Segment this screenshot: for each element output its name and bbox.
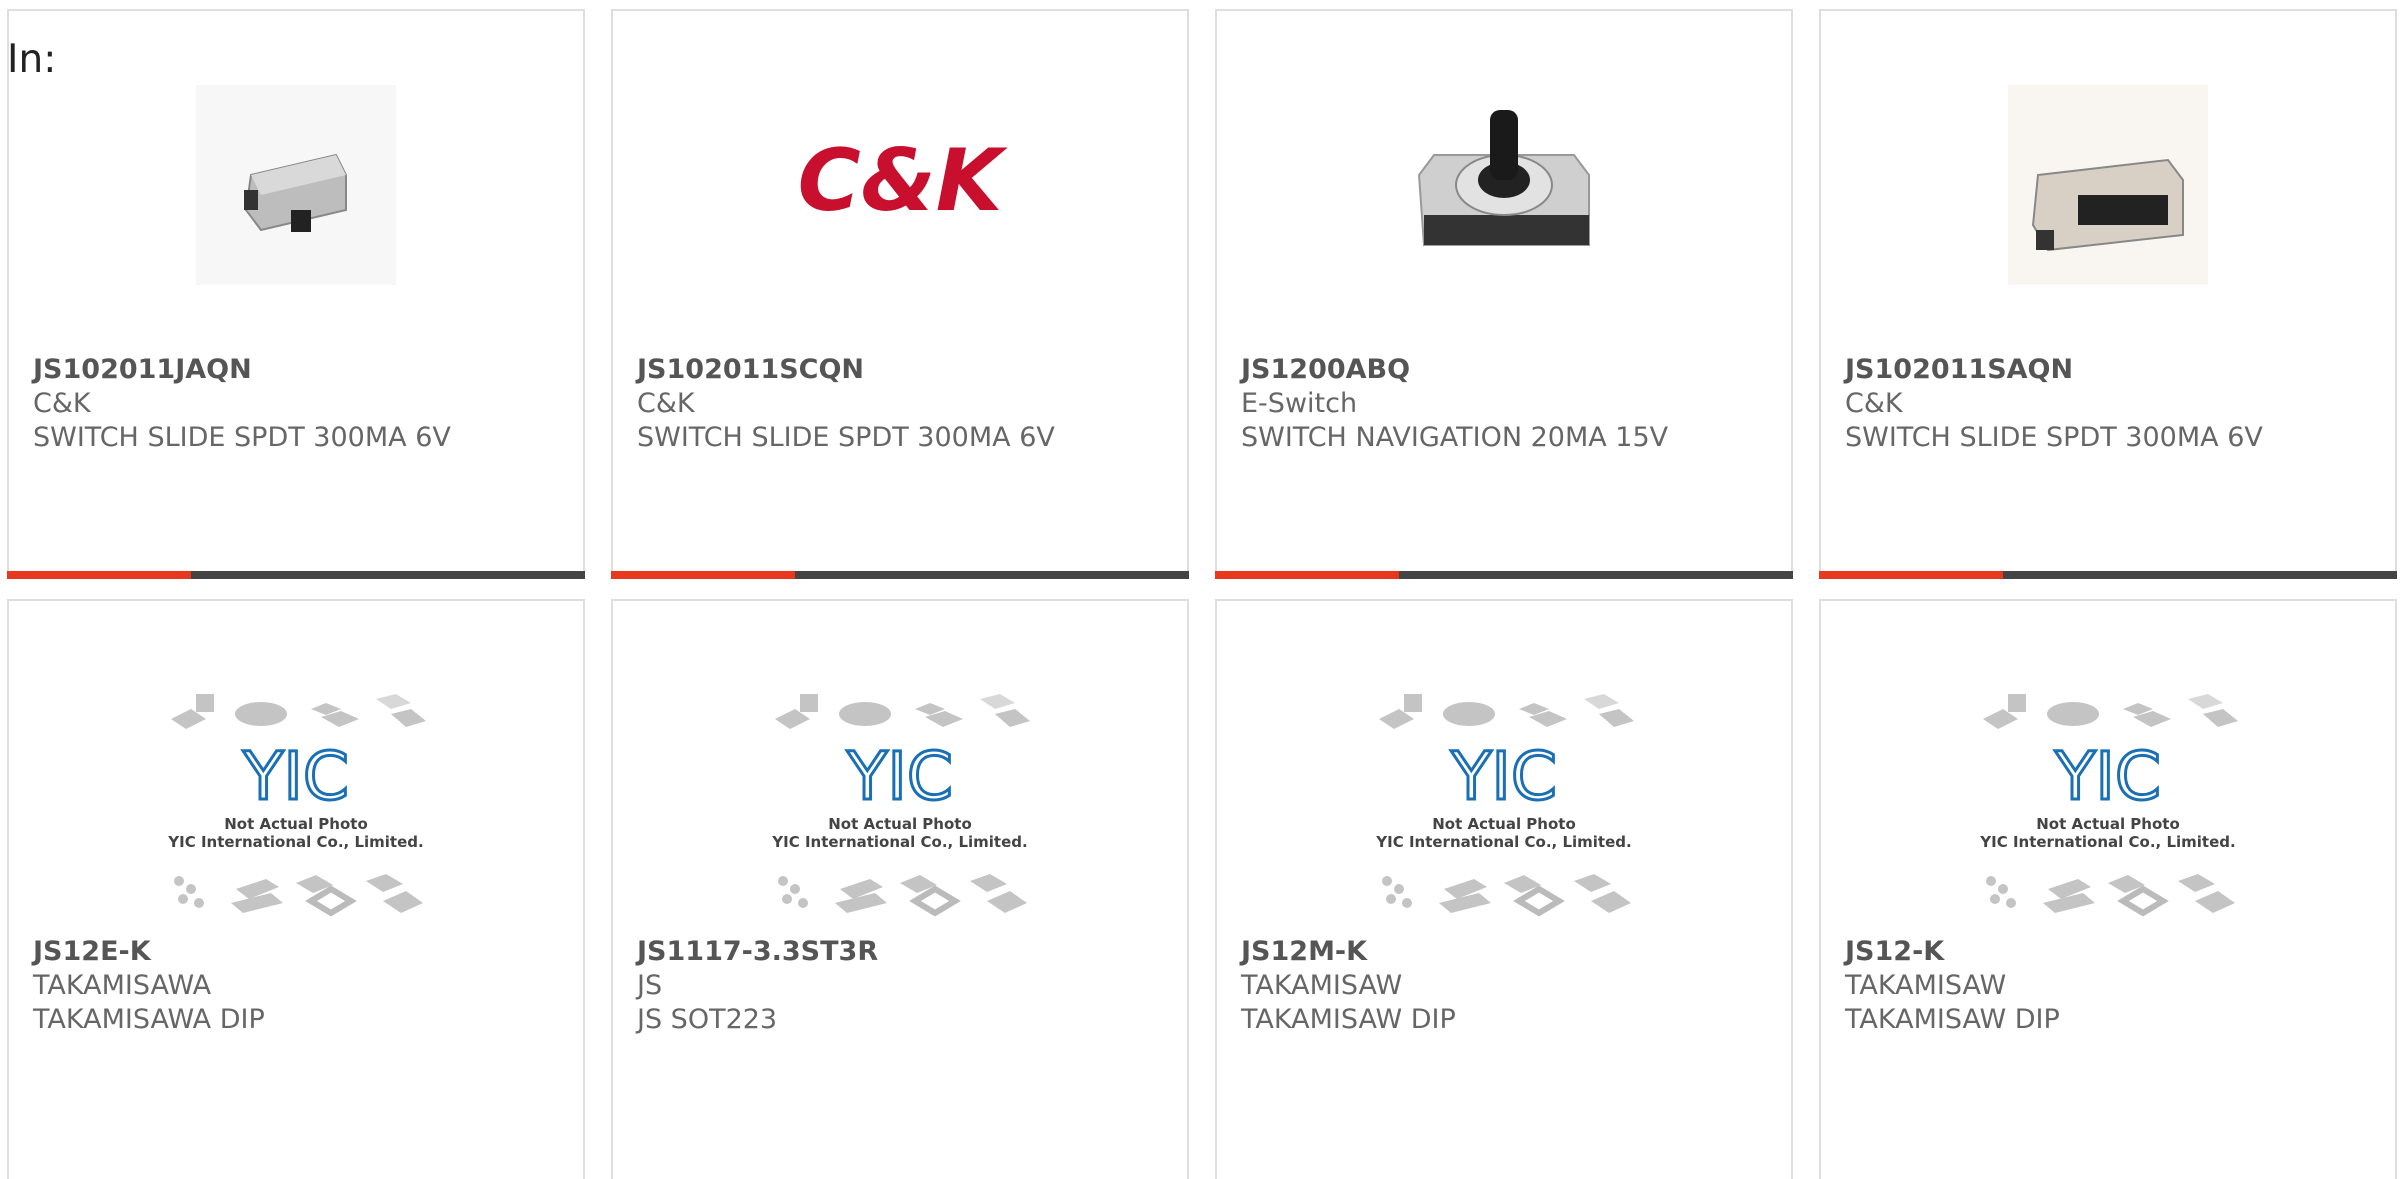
part-number-link[interactable]: JS12E-K (33, 935, 573, 969)
description: JS SOT223 (637, 1004, 778, 1035)
slide-switch-image (2008, 85, 2208, 285)
product-card[interactable]: C&K JS102011SCQN C&K SWITCH SLIDE SPDT 3… (611, 9, 1189, 579)
description: TAKAMISAWA DIP (33, 1004, 265, 1035)
product-card[interactable]: YIC Not Actual Photo YIC International C… (1819, 599, 2397, 1179)
not-actual-photo-placeholder: YIC Not Actual Photo YIC International C… (1375, 694, 1634, 917)
description: SWITCH NAVIGATION 20MA 15V (1241, 422, 1669, 453)
part-number-link[interactable]: JS102011JAQN (33, 353, 573, 387)
part-number-link[interactable]: JS1200ABQ (1241, 353, 1781, 387)
description: SWITCH SLIDE SPDT 300MA 6V (1845, 422, 2263, 453)
description: TAKAMISAW DIP (1241, 1004, 1456, 1035)
product-card[interactable]: YIC Not Actual Photo YIC International C… (611, 599, 1189, 1179)
placeholder-line1: Not Actual Photo (2036, 815, 2180, 833)
part-number-link[interactable]: JS12-K (1845, 935, 2385, 969)
part-number-link[interactable]: JS1117-3.3ST3R (637, 935, 1177, 969)
manufacturer: C&K (1845, 388, 1903, 419)
page-label: In: (7, 37, 57, 82)
placeholder-line2: YIC International Co., Limited. (771, 833, 1027, 851)
card-bottom-bar (1215, 571, 1793, 579)
product-image[interactable] (9, 85, 583, 291)
product-image[interactable]: YIC Not Actual Photo YIC International C… (9, 689, 583, 929)
svg-text:C&K: C&K (798, 131, 1008, 231)
manufacturer: E-Switch (1241, 388, 1358, 419)
placeholder-line2: YIC International Co., Limited. (167, 833, 423, 851)
product-image[interactable]: C&K (613, 85, 1187, 291)
description: SWITCH SLIDE SPDT 300MA 6V (637, 422, 1055, 453)
product-image[interactable]: YIC Not Actual Photo YIC International C… (1821, 689, 2395, 929)
placeholder-line2: YIC International Co., Limited. (1979, 833, 2235, 851)
manufacturer: C&K (637, 388, 695, 419)
placeholder-line2: YIC International Co., Limited. (1375, 833, 1631, 851)
product-card[interactable]: JS1200ABQ E-Switch SWITCH NAVIGATION 20M… (1215, 9, 1793, 579)
manufacturer: TAKAMISAWA (33, 970, 212, 1001)
manufacturer: C&K (33, 388, 91, 419)
slide-switch-image (196, 85, 396, 285)
part-number-link[interactable]: JS12M-K (1241, 935, 1781, 969)
yic-logo-icon: YIC (242, 738, 349, 815)
placeholder-line1: Not Actual Photo (828, 815, 972, 833)
yic-logo-icon: YIC (2054, 738, 2161, 815)
yic-logo-icon: YIC (1450, 738, 1557, 815)
card-bottom-bar (611, 571, 1189, 579)
description: SWITCH SLIDE SPDT 300MA 6V (33, 422, 451, 453)
product-image[interactable]: YIC Not Actual Photo YIC International C… (613, 689, 1187, 929)
product-image[interactable]: YIC Not Actual Photo YIC International C… (1217, 689, 1791, 929)
placeholder-line1: Not Actual Photo (224, 815, 368, 833)
manufacturer: JS (637, 970, 663, 1001)
card-bottom-bar (1819, 571, 2397, 579)
not-actual-photo-placeholder: YIC Not Actual Photo YIC International C… (1979, 694, 2238, 917)
navigation-switch-image (1417, 110, 1590, 246)
card-bottom-bar (7, 571, 585, 579)
placeholder-line1: Not Actual Photo (1432, 815, 1576, 833)
product-image[interactable] (1217, 85, 1791, 291)
product-card[interactable]: JS102011SAQN C&K SWITCH SLIDE SPDT 300MA… (1819, 9, 2397, 579)
manufacturer: TAKAMISAW (1845, 970, 2007, 1001)
ck-logo-icon: C&K (798, 131, 1008, 231)
product-image[interactable] (1821, 85, 2395, 291)
description: TAKAMISAW DIP (1845, 1004, 2060, 1035)
manufacturer: TAKAMISAW (1241, 970, 1403, 1001)
part-number-link[interactable]: JS102011SAQN (1845, 353, 2385, 387)
yic-logo-icon: YIC (846, 738, 953, 815)
product-card[interactable]: YIC Not Actual Photo YIC International C… (7, 599, 585, 1179)
not-actual-photo-placeholder: YIC Not Actual Photo YIC International C… (167, 694, 426, 917)
part-number-link[interactable]: JS102011SCQN (637, 353, 1177, 387)
not-actual-photo-placeholder: YIC Not Actual Photo YIC International C… (771, 694, 1030, 917)
product-card[interactable]: JS102011JAQN C&K SWITCH SLIDE SPDT 300MA… (7, 9, 585, 579)
product-card[interactable]: YIC Not Actual Photo YIC International C… (1215, 599, 1793, 1179)
